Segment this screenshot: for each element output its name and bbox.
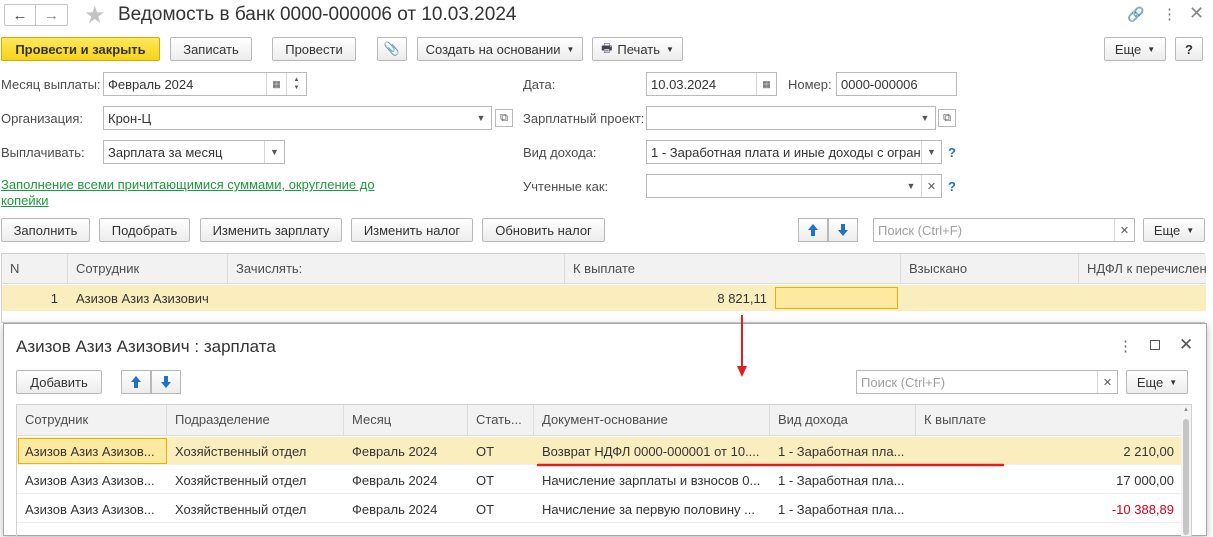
- annotation-arrow-head: [737, 366, 747, 377]
- annotation-overlay: [536, 315, 1005, 467]
